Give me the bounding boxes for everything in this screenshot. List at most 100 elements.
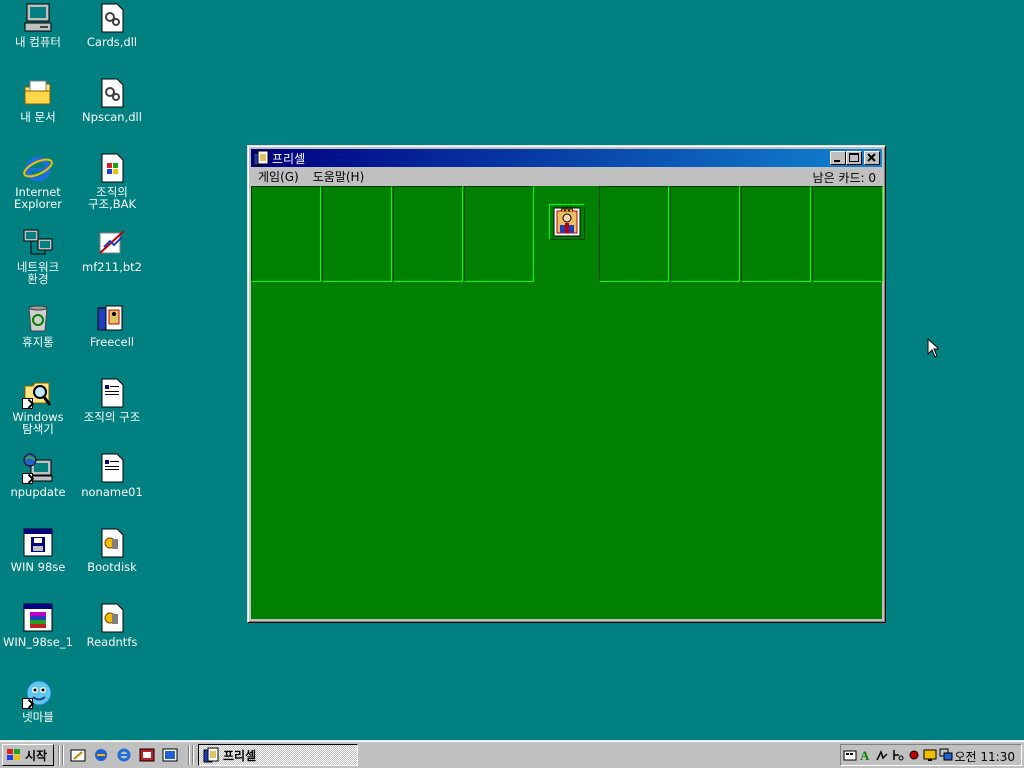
desktop-icon-netmarble[interactable]: 넷마블 — [1, 677, 75, 723]
window-title: 프리셀 — [272, 151, 306, 166]
recycle-bin-icon — [22, 302, 54, 334]
computer-icon — [22, 2, 54, 34]
netmarble-icon — [22, 677, 54, 709]
ime-mode-icon[interactable] — [891, 748, 905, 762]
desktop-icon-label: Windows 탐색기 — [12, 410, 64, 436]
desktop-icon-network[interactable]: 네트워크 환경 — [1, 227, 75, 285]
internet-explorer-icon — [22, 152, 54, 184]
taskbar-button-label: 프리셀 — [223, 748, 257, 763]
document-icon — [96, 452, 128, 484]
desktop-icon-label: WIN 98se — [10, 560, 66, 574]
desktop-icon-internet-explorer[interactable]: Internet Explorer — [1, 152, 75, 210]
desktop-icon-label: 넷마블 — [22, 710, 54, 724]
dll-file-icon — [96, 2, 128, 34]
maximize-button[interactable] — [846, 151, 862, 165]
home-cell-1[interactable] — [599, 186, 669, 282]
record-icon[interactable] — [907, 748, 921, 762]
desktop-icon-freecell[interactable]: Freecell — [75, 302, 149, 348]
home-cell-4[interactable] — [812, 186, 883, 282]
desktop-icon-label: 내 문서 — [20, 110, 56, 124]
close-icon — [867, 153, 876, 162]
desktop-icon-label: 내 컴퓨터 — [15, 35, 61, 49]
batch-file-icon — [96, 527, 128, 559]
close-button[interactable] — [864, 151, 880, 165]
desktop-icon-label: Bootdisk — [87, 560, 137, 574]
bt2-file-icon — [96, 227, 128, 259]
free-cell-4[interactable] — [464, 186, 534, 282]
desktop-icon-readntfs[interactable]: Readntfs — [75, 602, 149, 648]
shortcut-arrow-icon — [22, 698, 33, 709]
taskbar-separator — [62, 745, 64, 765]
desktop-icon-recycle-bin[interactable]: 휴지통 — [1, 302, 75, 348]
desktop-icon-npscan-dll[interactable]: Npscan,dll — [75, 77, 149, 123]
desktop-icon-label: Cards,dll — [86, 35, 138, 49]
free-cell-3[interactable] — [393, 186, 463, 282]
start-button[interactable]: 시작 — [2, 744, 54, 766]
freecell-icon — [203, 747, 219, 763]
desktop-icon-label: 휴지통 — [22, 335, 54, 349]
desktop-icon-org-bak[interactable]: 조직의 구조,BAK — [75, 152, 149, 210]
clock[interactable]: 오전 11:30 — [955, 748, 1015, 765]
taskbar-separator — [188, 745, 190, 765]
desktop-icon-bootdisk[interactable]: Bootdisk — [75, 527, 149, 573]
free-cell-1[interactable] — [251, 186, 321, 282]
cards-left-counter: 남은 카드: 0 — [812, 171, 876, 185]
media-player-icon[interactable] — [139, 747, 155, 763]
desktop-icon-my-documents[interactable]: 내 문서 — [1, 77, 75, 123]
menu-help[interactable]: 도움말(H) — [306, 168, 372, 185]
desktop-icon-label: noname01 — [81, 485, 143, 499]
ime-hand-icon[interactable] — [875, 748, 889, 762]
maximize-icon — [849, 153, 859, 162]
desktop-icon-mf211-bt2[interactable]: mf211,bt2 — [75, 227, 149, 273]
minimize-button[interactable] — [830, 151, 846, 165]
desktop-icon-win98se-1[interactable]: WIN_98se_1 — [1, 602, 75, 648]
freecell-window: 프리셀 게임(G) 도움말(H) 남은 카드: 0 — [247, 145, 886, 623]
home-cell-3[interactable] — [741, 186, 811, 282]
internet-explorer-icon[interactable] — [116, 747, 132, 763]
desktop-icon-label: WIN_98se_1 — [3, 635, 73, 649]
ime-a-icon[interactable]: A — [859, 748, 873, 762]
freecell-icon — [253, 150, 269, 166]
minimize-icon — [834, 160, 840, 162]
svg-text:A: A — [860, 748, 870, 762]
desktop-icon-npupdate[interactable]: npupdate — [1, 452, 75, 498]
channel-icon[interactable] — [162, 747, 178, 763]
taskbar: 시작 프리셀 A 오전 11:30 — [0, 740, 1024, 768]
home-cell-2[interactable] — [670, 186, 740, 282]
free-cell-2[interactable] — [322, 186, 392, 282]
keyboard-icon[interactable] — [843, 748, 857, 762]
show-desktop-icon[interactable] — [70, 747, 86, 763]
window-titlebar[interactable]: 프리셀 — [251, 149, 882, 167]
desktop-icon-label: Freecell — [89, 335, 135, 349]
menu-game[interactable]: 게임(G) — [251, 168, 306, 185]
game-board[interactable] — [251, 186, 883, 619]
display-icon[interactable] — [923, 748, 937, 762]
window-controls — [830, 151, 880, 165]
windows-logo-icon — [7, 749, 20, 760]
desktop-icon-org-structure[interactable]: 조직의 구조 — [75, 377, 149, 423]
desktop-icon-noname01[interactable]: noname01 — [75, 452, 149, 498]
desktop-icon-label: Npscan,dll — [82, 110, 142, 124]
mouse-cursor-icon — [927, 338, 939, 358]
taskbar-separator — [192, 745, 194, 765]
taskbar-button-freecell[interactable]: 프리셀 — [198, 744, 358, 766]
volume-icon[interactable] — [939, 748, 953, 762]
system-tray: A 오전 11:30 — [840, 744, 1022, 766]
desktop-icon-windows-explorer[interactable]: Windows 탐색기 — [1, 377, 75, 435]
outlook-express-icon[interactable] — [93, 747, 109, 763]
desktop-icon-cards-dll[interactable]: Cards,dll — [75, 2, 149, 48]
king-face[interactable] — [549, 204, 585, 240]
shortcut-arrow-icon — [22, 473, 33, 484]
start-label: 시작 — [25, 748, 48, 763]
desktop-icon-win98se[interactable]: WIN 98se — [1, 527, 75, 573]
menu-bar: 게임(G) 도움말(H) 남은 카드: 0 — [251, 167, 882, 186]
explorer-icon — [22, 377, 54, 409]
desktop-icon-my-computer[interactable]: 내 컴퓨터 — [1, 2, 75, 48]
npupdate-icon — [22, 452, 54, 484]
desktop-icon-label: Readntfs — [86, 635, 138, 649]
desktop-icon-label: Internet Explorer — [14, 185, 62, 211]
taskbar-separator — [58, 745, 60, 765]
batch-file-icon — [96, 602, 128, 634]
document-icon — [96, 377, 128, 409]
freecell-icon — [96, 302, 128, 334]
